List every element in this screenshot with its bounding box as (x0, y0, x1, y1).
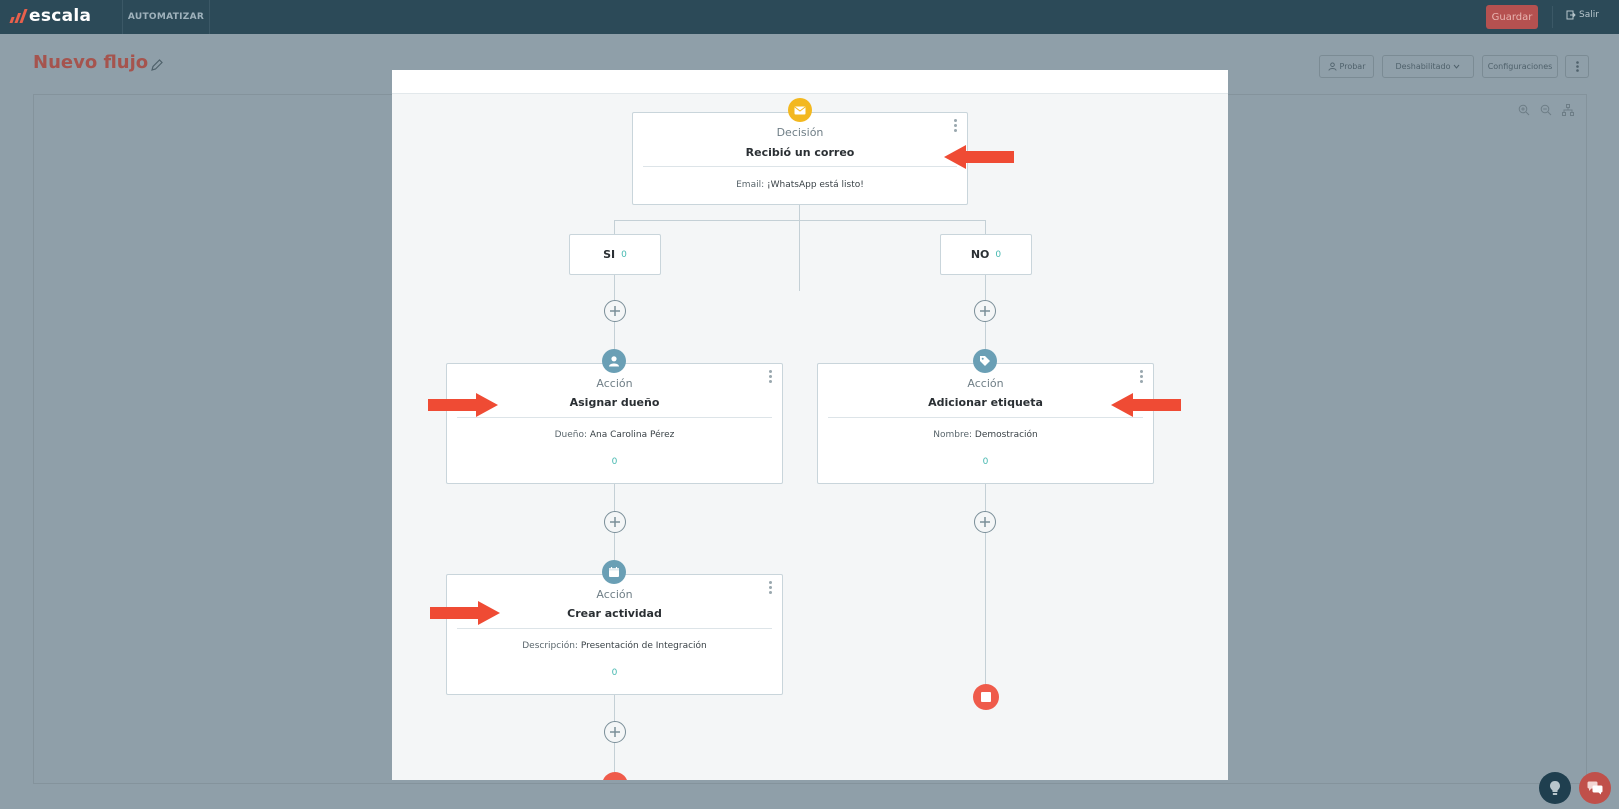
branch-no[interactable]: NO 0 (940, 234, 1032, 275)
node-count: 0 (982, 457, 989, 467)
user-icon (1327, 62, 1337, 71)
node-title: Recibió un correo (745, 146, 855, 159)
action-badge (973, 349, 997, 373)
exit-button[interactable]: Salir (1566, 10, 1599, 20)
user-icon (609, 356, 619, 367)
annotation-arrow-left-icon (1111, 393, 1181, 417)
node-count: 0 (611, 668, 618, 678)
chat-button[interactable] (1579, 772, 1611, 804)
kebab-icon (1575, 61, 1579, 72)
node-type: Acción (967, 377, 1004, 390)
add-step-button[interactable] (974, 511, 996, 533)
branch-label: NO (970, 248, 990, 261)
app-logo[interactable]: escala (9, 6, 92, 26)
status-dropdown[interactable]: Deshabilitado (1382, 55, 1474, 78)
node-divider (643, 166, 957, 167)
node-divider (457, 628, 772, 629)
detail-label: Nombre: (933, 430, 975, 440)
detail-label: Email: (736, 180, 767, 190)
annotation-arrow-right-icon (428, 393, 498, 417)
tips-button[interactable] (1539, 772, 1571, 804)
calendar-icon (609, 567, 619, 577)
modal-header-strip (392, 70, 1228, 94)
add-step-button[interactable] (604, 300, 626, 322)
top-bar: escala AUTOMATIZAR Guardar Salir (0, 0, 1619, 34)
node-detail: Nombre: Demostración (818, 430, 1153, 440)
action-node-assign-owner[interactable]: Acción Asignar dueño Dueño: Ana Carolina… (446, 363, 783, 484)
detail-label: Descripción: (522, 641, 581, 651)
node-type: Acción (596, 588, 633, 601)
plus-circle-icon (980, 306, 990, 316)
branch-count: 0 (995, 249, 1002, 260)
tag-icon (980, 356, 990, 366)
connector (799, 205, 800, 291)
more-options-button[interactable] (1565, 55, 1589, 78)
node-title: Adicionar etiqueta (928, 396, 1043, 409)
settings-button[interactable]: Configuraciones (1482, 55, 1558, 78)
logo-bars-icon (9, 9, 28, 23)
lightbulb-icon (1550, 781, 1560, 795)
app-name: escala (29, 6, 92, 26)
detail-value: Demostración (974, 430, 1038, 440)
decision-node[interactable]: Decisión Recibió un correo Email: ¡Whats… (632, 112, 968, 205)
add-step-button[interactable] (604, 721, 626, 743)
action-node-add-tag[interactable]: Acción Adicionar etiqueta Nombre: Demost… (817, 363, 1154, 484)
detail-value: Ana Carolina Pérez (589, 430, 675, 440)
chevron-down-icon (1454, 64, 1460, 69)
exit-icon (1566, 10, 1576, 20)
stop-icon (981, 692, 991, 702)
page-title: Nuevo flujo (33, 52, 149, 73)
detail-label: Dueño: (554, 430, 590, 440)
annotation-arrow-left-icon (944, 145, 1014, 169)
plus-circle-icon (610, 517, 620, 527)
node-divider (457, 417, 772, 418)
plus-circle-icon (610, 306, 620, 316)
node-count: 0 (611, 457, 618, 467)
test-label: Probar (1339, 62, 1366, 71)
action-badge (602, 560, 626, 584)
plus-circle-icon (980, 517, 990, 527)
fit-tree-icon[interactable] (1562, 104, 1574, 116)
node-detail: Dueño: Ana Carolina Pérez (447, 430, 782, 440)
end-flow-node[interactable] (973, 684, 999, 710)
envelope-icon (794, 106, 806, 114)
exit-label: Salir (1579, 10, 1599, 20)
node-detail: Descripción: Presentación de Integración (447, 641, 782, 651)
node-type: Acción (596, 377, 633, 390)
flow-preview-modal: Decisión Recibió un correo Email: ¡Whats… (392, 70, 1228, 780)
topbar-divider (1552, 6, 1553, 28)
status-label: Deshabilitado (1395, 62, 1451, 71)
detail-value: Presentación de Integración (580, 641, 707, 651)
node-divider (828, 417, 1143, 418)
add-step-button[interactable] (604, 511, 626, 533)
zoom-out-icon[interactable] (1540, 104, 1552, 116)
annotation-arrow-right-icon (430, 601, 500, 625)
plus-circle-icon (610, 727, 620, 737)
save-button[interactable]: Guardar (1486, 5, 1538, 29)
zoom-in-icon[interactable] (1518, 104, 1530, 116)
node-detail: Email: ¡WhatsApp está listo! (633, 180, 967, 190)
chat-icon (1587, 781, 1603, 795)
action-node-create-activity[interactable]: Acción Crear actividad Descripción: Pres… (446, 574, 783, 695)
end-flow-node[interactable] (602, 772, 628, 780)
decision-badge (788, 98, 812, 122)
connector (614, 220, 985, 221)
detail-value: ¡WhatsApp está listo! (767, 180, 864, 190)
add-step-button[interactable] (974, 300, 996, 322)
node-type: Decisión (776, 126, 824, 139)
action-badge (602, 349, 626, 373)
branch-count: 0 (621, 249, 627, 260)
branch-yes[interactable]: SI 0 (569, 234, 661, 275)
branch-label: SI (603, 248, 616, 261)
test-button[interactable]: Probar (1319, 55, 1374, 78)
pencil-icon[interactable] (150, 58, 164, 72)
nav-automatizar[interactable]: AUTOMATIZAR (122, 0, 210, 34)
